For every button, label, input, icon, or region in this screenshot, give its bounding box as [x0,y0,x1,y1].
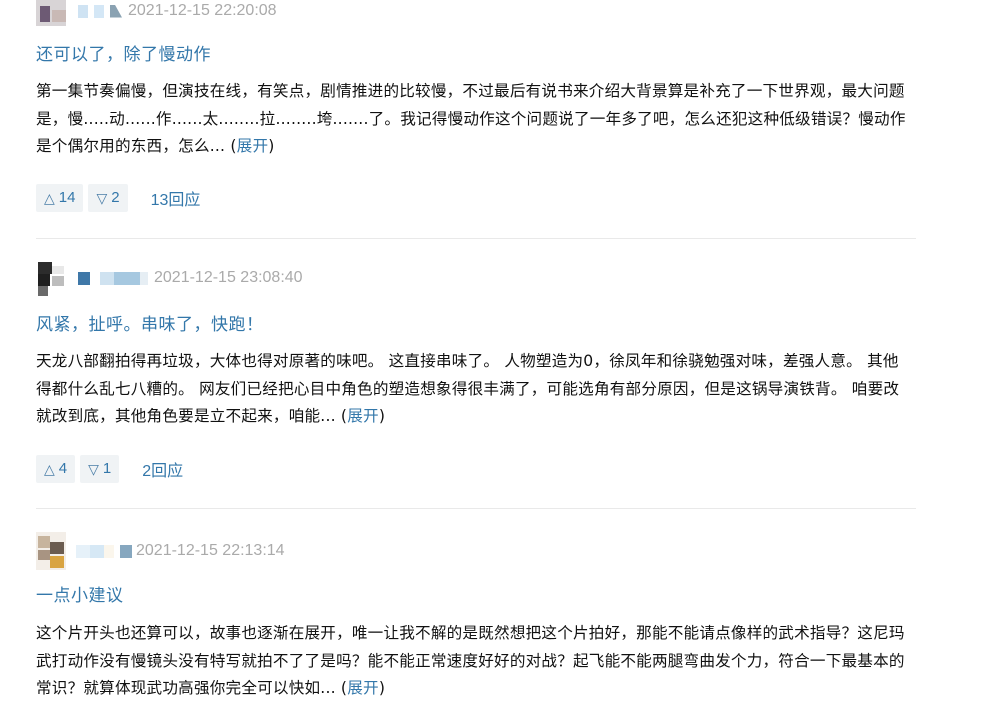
review-meta: 2021-12-15 23:08:40 [36,260,303,296]
triangle-up-icon: △ [44,461,55,477]
username-blurred[interactable] [76,544,132,558]
vote-bar: △ 14 ▽ 2 13回应 [36,184,200,212]
review-text: 这个片开头也还算可以，故事也逐渐在展开，唯一让我不解的是既然想把这个片拍好，那能… [36,624,905,697]
downvote-button[interactable]: ▽ 2 [88,184,128,212]
review-text: 第一集节奏偏慢，但演技在线，有笑点，剧情推进的比较慢，不过最后有说书来介绍大背景… [36,82,906,155]
downvote-count: 2 [111,189,120,206]
divider [36,238,916,239]
triangle-down-icon: ▽ [96,190,108,206]
expand-link[interactable]: 展开 [347,407,379,425]
review-timestamp: 2021-12-15 22:13:14 [136,542,285,559]
review-body: 天龙八部翻拍得再垃圾，大体也得对原著的味吧。 这直接串味了。 人物塑造为0，徐凤… [36,352,900,425]
replies-link[interactable]: 2回应 [142,457,183,481]
review-text: 天龙八部翻拍得再垃圾，大体也得对原著的味吧。 这直接串味了。 人物塑造为0，徐凤… [36,352,900,425]
expand-link[interactable]: 展开 [347,679,379,697]
triangle-down-icon: ▽ [88,461,99,477]
vote-bar: △ 4 ▽ 1 2回应 [36,455,183,483]
downvote-button[interactable]: ▽ 1 [80,455,120,483]
review-title[interactable]: 一点小建议 [36,581,124,606]
replies-link[interactable]: 13回应 [151,186,201,210]
upvote-count: 4 [58,460,68,477]
upvote-count: 14 [58,189,76,206]
review-meta: 2021-12-15 22:20:08 [36,0,277,26]
divider [36,508,916,509]
avatar[interactable] [36,0,66,26]
avatar[interactable] [36,532,66,570]
expand-link[interactable]: 展开 [237,137,269,155]
username-blurred[interactable] [78,4,122,18]
review-meta: 2021-12-15 22:13:14 [36,532,285,570]
review-title[interactable]: 风紧，扯呼。串味了，快跑！ [36,310,264,335]
avatar[interactable] [36,260,66,296]
review-title[interactable]: 还可以了，除了慢动作 [36,40,211,65]
upvote-button[interactable]: △ 4 [36,455,76,483]
username-blurred[interactable] [78,271,148,285]
review-timestamp: 2021-12-15 23:08:40 [154,269,303,286]
downvote-count: 1 [102,460,112,477]
triangle-up-icon: △ [44,190,55,206]
review-timestamp: 2021-12-15 22:20:08 [128,2,277,19]
upvote-button[interactable]: △ 14 [36,184,84,212]
review-body: 这个片开头也还算可以，故事也逐渐在展开，唯一让我不解的是既然想把这个片拍好，那能… [36,624,905,697]
review-body: 第一集节奏偏慢，但演技在线，有笑点，剧情推进的比较慢，不过最后有说书来介绍大背景… [36,82,906,155]
